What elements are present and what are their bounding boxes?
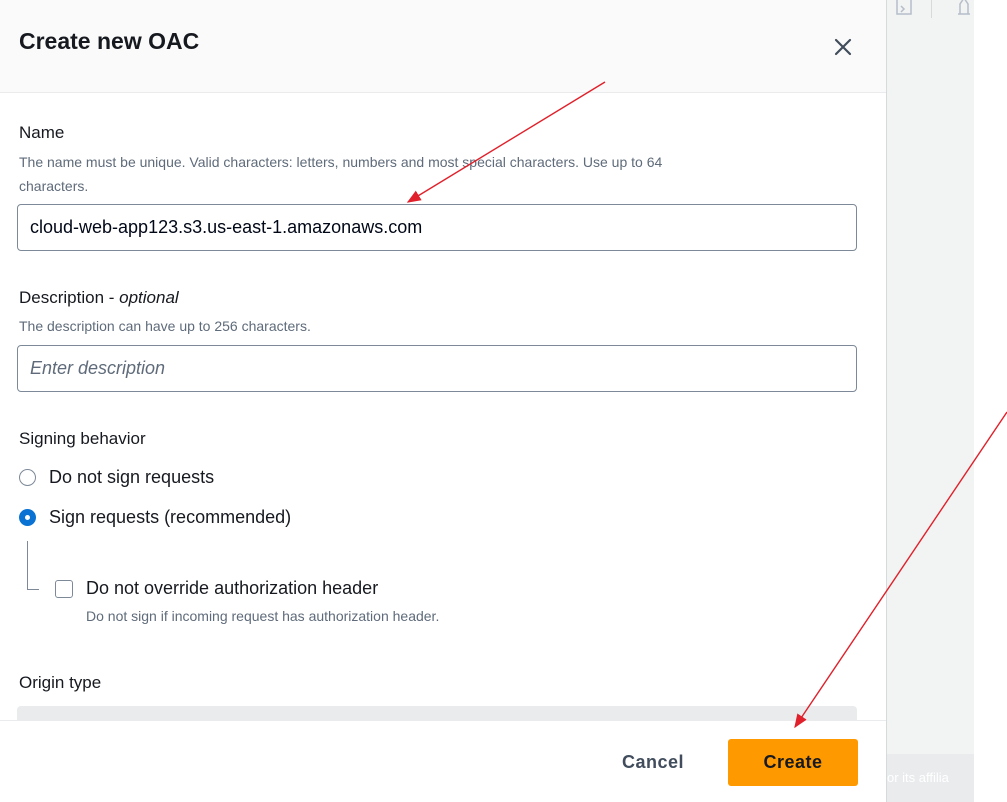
checkbox-hint: Do not sign if incoming request has auth… xyxy=(86,608,440,624)
close-button[interactable] xyxy=(826,30,860,64)
create-oac-modal: Create new OAC Name The name must be uni… xyxy=(0,0,887,802)
origin-type-select[interactable] xyxy=(17,706,857,720)
radio-button[interactable] xyxy=(19,469,36,486)
checkbox-label: Do not override authorization header xyxy=(86,578,379,598)
name-hint-line1: The name must be unique. Valid character… xyxy=(19,154,663,170)
background-divider xyxy=(931,0,932,18)
description-label-text: Description - xyxy=(19,288,120,307)
name-input-value: cloud-web-app123.s3.us-east-1.amazonaws.… xyxy=(30,217,423,237)
modal-title: Create new OAC xyxy=(19,28,200,54)
cloudshell-icon xyxy=(895,0,913,23)
modal-header: Create new OAC xyxy=(0,0,886,93)
name-hint-line2: characters. xyxy=(19,178,89,194)
background-right-edge xyxy=(974,0,1007,802)
radio-do-not-sign[interactable]: Do not sign requests xyxy=(19,467,214,488)
origin-type-label: Origin type xyxy=(19,673,102,692)
tree-connector-horizontal xyxy=(27,589,39,590)
description-input-placeholder: Enter description xyxy=(30,358,166,378)
override-auth-header-checkbox[interactable] xyxy=(55,579,73,598)
radio-label: Do not sign requests xyxy=(49,467,215,487)
background-footer-text: or its affilia xyxy=(887,770,949,785)
description-hint: The description can have up to 256 chara… xyxy=(19,318,311,334)
radio-sign-requests[interactable]: Sign requests (recommended) xyxy=(19,507,291,528)
description-label: Description - optional xyxy=(19,288,179,308)
close-icon xyxy=(834,38,852,56)
background-content xyxy=(887,108,974,754)
bell-icon xyxy=(955,0,973,23)
signing-behavior-label: Signing behavior xyxy=(19,429,146,448)
tree-connector-vertical xyxy=(27,541,28,590)
cancel-button[interactable]: Cancel xyxy=(607,738,699,786)
override-auth-header-checkbox-row[interactable]: Do not override authorization header xyxy=(55,578,378,599)
create-button[interactable]: Create xyxy=(728,739,858,786)
name-input[interactable]: cloud-web-app123.s3.us-east-1.amazonaws.… xyxy=(17,204,857,251)
radio-button-selected[interactable] xyxy=(19,509,36,526)
background-top-bar xyxy=(887,0,974,108)
name-label: Name xyxy=(19,123,65,142)
description-optional-label: optional xyxy=(119,288,179,307)
description-input[interactable]: Enter description xyxy=(17,345,857,392)
radio-label: Sign requests (recommended) xyxy=(49,507,292,527)
background-footer: or its affilia xyxy=(887,754,974,802)
